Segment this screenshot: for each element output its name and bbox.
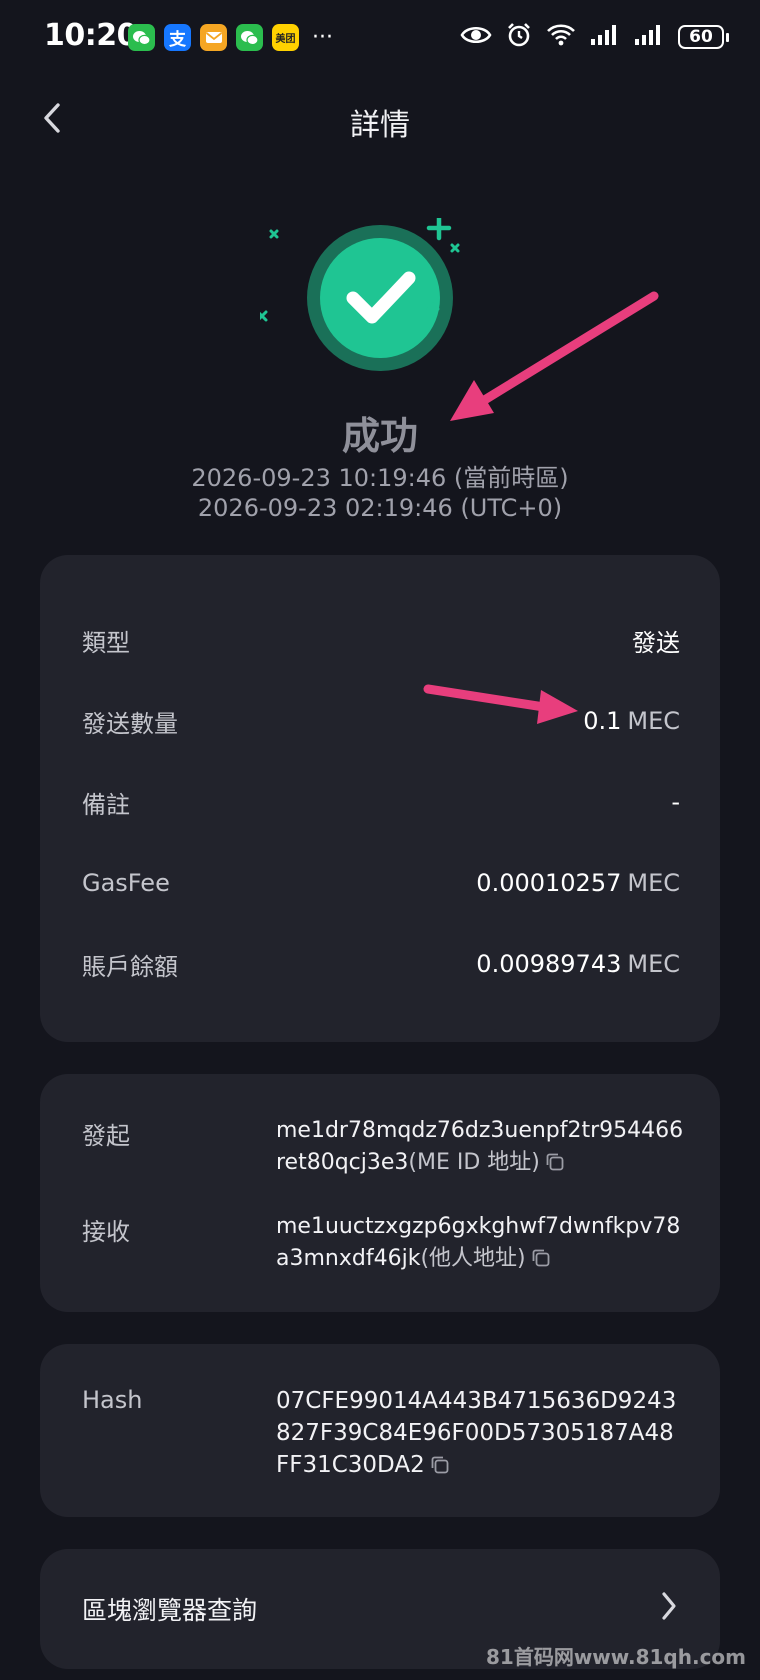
amount-number: 0.1 (583, 707, 622, 735)
status-bar: 10:20 支 美团 ··· 60 (0, 0, 760, 78)
from-label: 發起 (82, 1122, 130, 1150)
wechat-icon (236, 24, 263, 51)
block-explorer-label: 區塊瀏覽器查詢 (82, 1596, 258, 1625)
amount-row: 發送數量 0.1 MEC (82, 701, 680, 741)
wechat-icon (128, 24, 155, 51)
chevron-right-icon (660, 1591, 678, 1625)
eye-icon (460, 24, 492, 50)
memo-row: 備註 - (82, 782, 680, 822)
more-notifications-icon: ··· (312, 24, 333, 50)
alipay-icon: 支 (164, 24, 191, 51)
to-address: me1uuctzxgzp6gxkghwf7dwnfkpv78a3mnxdf46j… (276, 1211, 684, 1279)
gas-fee-row: GasFee 0.00010257 MEC (82, 863, 680, 903)
hash-value: 07CFE99014A443B4715636D9243827F39C84E96F… (276, 1385, 684, 1485)
status-title: 成功 (341, 414, 418, 458)
amount-label: 發送數量 (82, 709, 178, 738)
from-address-tag: (ME ID 地址) (408, 1150, 540, 1175)
page-title: 詳情 (350, 108, 410, 143)
type-row: 類型 發送 (82, 620, 680, 660)
hash-label: Hash (82, 1386, 143, 1414)
type-value: 發送 (632, 628, 680, 657)
balance-unit: MEC (627, 950, 680, 978)
to-label: 接收 (82, 1218, 130, 1246)
gas-fee-label: GasFee (82, 869, 170, 897)
balance-row: 賬戶餘額 0.00989743 MEC (82, 944, 680, 984)
battery-indicator: 60 (678, 25, 729, 49)
gas-fee-unit: MEC (627, 869, 680, 897)
gas-fee-value: 0.00010257 MEC (476, 869, 680, 897)
memo-value: - (671, 788, 680, 816)
copy-icon[interactable] (544, 1151, 566, 1183)
copy-icon[interactable] (530, 1247, 552, 1279)
watermark: 81首码网www.81qh.com (486, 1645, 746, 1669)
mail-icon (200, 24, 227, 51)
memo-label: 備註 (82, 790, 130, 819)
balance-value: 0.00989743 MEC (476, 950, 680, 978)
balance-label: 賬戶餘額 (82, 952, 178, 981)
to-address-tag: (他人地址) (420, 1246, 526, 1271)
hash-card: Hash 07CFE99014A443B4715636D9243827F39C8… (40, 1344, 720, 1517)
address-card: 發起 me1dr78mqdz76dz3uenpf2tr954466ret80qc… (40, 1074, 720, 1312)
signal-icon (634, 24, 664, 50)
amount-value: 0.1 MEC (583, 707, 680, 735)
amount-unit: MEC (627, 707, 680, 735)
wifi-icon (546, 23, 576, 51)
hash-text: 07CFE99014A443B4715636D9243827F39C84E96F… (276, 1388, 677, 1478)
balance-number: 0.00989743 (476, 950, 622, 978)
meituan-icon: 美团 (272, 24, 299, 51)
gas-fee-number: 0.00010257 (476, 869, 622, 897)
transaction-summary-card: 類型 發送 發送數量 0.1 MEC 備註 - GasFee 0.00010257… (40, 555, 720, 1042)
copy-icon[interactable] (429, 1453, 451, 1485)
type-label: 類型 (82, 628, 130, 657)
utc-time: 2026-09-23 02:19:46 (UTC+0) (197, 494, 563, 522)
notification-icons: 支 美团 ··· (128, 24, 333, 51)
signal-icon (590, 24, 620, 50)
success-illustration (249, 215, 500, 378)
from-address: me1dr78mqdz76dz3uenpf2tr954466ret80qcj3e… (276, 1115, 684, 1183)
status-time: 10:20 (44, 18, 138, 53)
system-icons: 60 (460, 22, 729, 52)
local-time: 2026-09-23 10:19:46 (當前時區) (191, 464, 569, 492)
alarm-icon (506, 22, 532, 52)
